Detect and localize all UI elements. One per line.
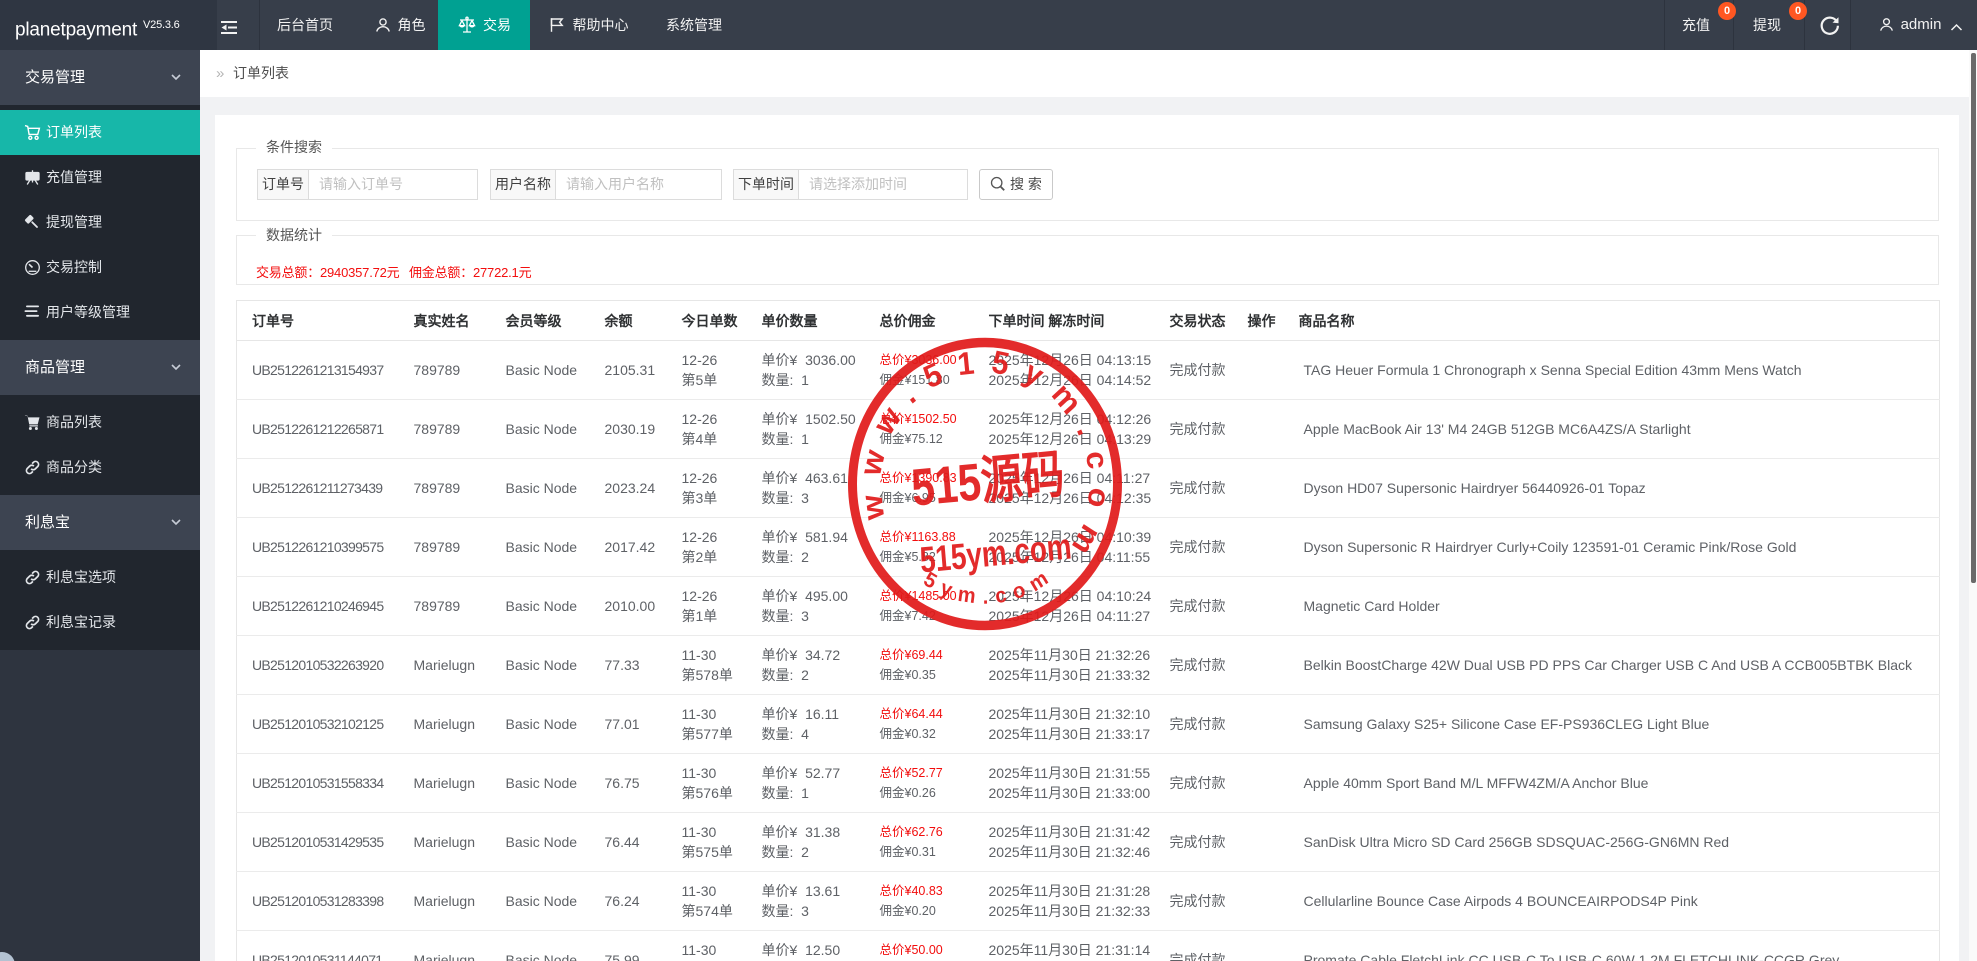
svg-text:515源码: 515源码: [909, 444, 1066, 517]
